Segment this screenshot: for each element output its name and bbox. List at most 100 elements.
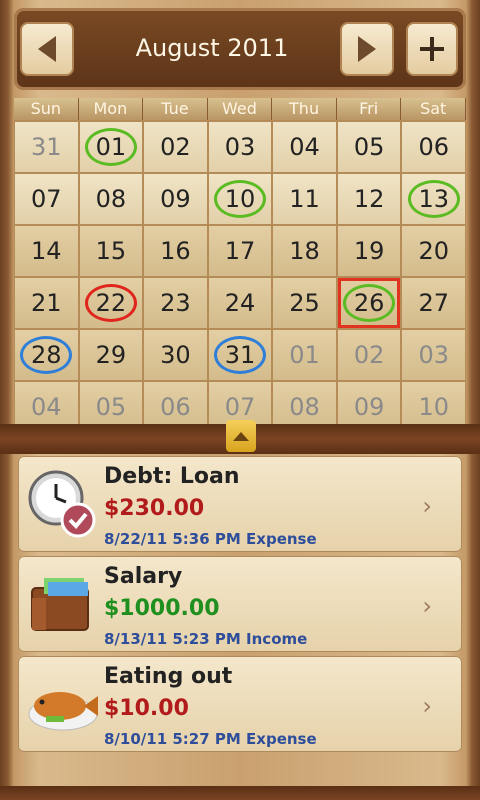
day-number: 02 — [353, 341, 385, 369]
day-number: 09 — [353, 393, 385, 421]
calendar-day[interactable]: 29 — [79, 330, 143, 380]
day-number: 31 — [31, 133, 62, 161]
transaction-item[interactable]: Eating out $10.00 8/10/11 5:27 PM Expense › — [18, 656, 462, 752]
triangle-right-icon — [358, 36, 376, 62]
chevron-right-icon: › — [422, 692, 432, 720]
calendar-day[interactable]: 21 — [15, 278, 78, 328]
day-number: 05 — [353, 133, 385, 161]
month-header: August 2011 — [14, 8, 466, 90]
day-number: 07 — [224, 393, 256, 421]
day-number: 30 — [160, 341, 191, 369]
day-number: 20 — [418, 237, 449, 265]
calendar-day[interactable]: 11 — [273, 174, 336, 224]
day-number: 15 — [95, 237, 127, 265]
weekday-label: Sun — [14, 98, 79, 120]
day-number: 10 — [418, 393, 449, 421]
triangle-left-icon — [38, 36, 56, 62]
calendar-day[interactable]: 24 — [208, 278, 272, 328]
day-number: 03 — [224, 133, 256, 161]
day-number: 29 — [95, 341, 127, 369]
calendar-day[interactable]: 09 — [144, 174, 207, 224]
calendar-day[interactable]: 14 — [15, 226, 78, 276]
calendar-day[interactable]: 30 — [144, 330, 207, 380]
day-number: 13 — [418, 185, 449, 213]
calendar-day[interactable]: 18 — [273, 226, 336, 276]
day-number: 22 — [95, 289, 127, 317]
day-number: 01 — [95, 133, 127, 161]
day-number: 01 — [289, 341, 320, 369]
transaction-amount: $10.00 — [104, 696, 189, 721]
calendar-day[interactable]: 02 — [337, 330, 401, 380]
chevron-right-icon: › — [422, 592, 432, 620]
day-number: 16 — [160, 237, 191, 265]
weekday-label: Fri — [336, 98, 402, 120]
weekday-label: Sat — [401, 98, 466, 120]
transaction-title: Salary — [104, 564, 183, 589]
calendar-day[interactable]: 07 — [15, 174, 78, 224]
transaction-meta: 8/13/11 5:23 PM Income — [104, 630, 308, 648]
calendar-day[interactable]: 19 — [337, 226, 401, 276]
day-number: 10 — [224, 185, 256, 213]
calendar-day[interactable]: 27 — [402, 278, 465, 328]
day-number: 24 — [224, 289, 256, 317]
day-number: 11 — [289, 185, 320, 213]
calendar-grid: Sun Mon Tue Wed Thu Fri Sat 31 01 02 03 04 05 06 07 08… — [14, 98, 466, 434]
weekday-label: Wed — [207, 98, 273, 120]
transaction-amount: $1000.00 — [104, 596, 220, 621]
transaction-meta: 8/10/11 5:27 PM Expense — [104, 730, 317, 748]
previous-month-button[interactable] — [20, 22, 74, 76]
calendar-day[interactable]: 08 — [79, 174, 143, 224]
day-number: 06 — [418, 133, 449, 161]
weekday-label: Mon — [78, 98, 144, 120]
day-number: 12 — [353, 185, 385, 213]
calendar-day[interactable]: 20 — [402, 226, 465, 276]
weekday-label: Tue — [143, 98, 208, 120]
day-number: 31 — [224, 341, 256, 369]
calendar-day[interactable]: 12 — [337, 174, 401, 224]
calendar-day[interactable]: 17 — [208, 226, 272, 276]
calendar-day[interactable]: 01 — [79, 122, 143, 172]
calendar-day[interactable]: 05 — [337, 122, 401, 172]
transaction-list: Debt: Loan $230.00 8/22/11 5:36 PM Expense… — [18, 456, 462, 756]
transaction-title: Eating out — [104, 664, 233, 689]
calendar-day-selected[interactable]: 26 — [337, 278, 401, 328]
collapse-calendar-handle[interactable] — [226, 420, 256, 452]
calendar-day[interactable]: 23 — [144, 278, 207, 328]
day-number: 08 — [289, 393, 320, 421]
weekday-label: Thu — [272, 98, 337, 120]
day-number: 25 — [289, 289, 320, 317]
day-number: 17 — [224, 237, 256, 265]
calendar-day[interactable]: 10 — [208, 174, 272, 224]
calendar-day[interactable]: 16 — [144, 226, 207, 276]
day-number: 06 — [160, 393, 191, 421]
day-number: 04 — [31, 393, 62, 421]
transaction-item[interactable]: Debt: Loan $230.00 8/22/11 5:36 PM Expense… — [18, 456, 462, 552]
month-title: August 2011 — [135, 34, 289, 62]
calendar-day[interactable]: 13 — [402, 174, 465, 224]
clock-check-icon — [26, 468, 100, 540]
day-number: 04 — [289, 133, 320, 161]
calendar-day[interactable]: 03 — [208, 122, 272, 172]
calendar-day[interactable]: 31 — [15, 122, 78, 172]
transaction-item[interactable]: Salary $1000.00 8/13/11 5:23 PM Income › — [18, 556, 462, 652]
calendar-day[interactable]: 03 — [402, 330, 465, 380]
add-transaction-button[interactable] — [406, 22, 458, 76]
fish-plate-icon — [26, 668, 100, 740]
calendar-day[interactable]: 28 — [15, 330, 78, 380]
calendar-day[interactable]: 06 — [402, 122, 465, 172]
day-number: 03 — [418, 341, 449, 369]
day-number: 28 — [31, 341, 62, 369]
calendar-day[interactable]: 04 — [273, 122, 336, 172]
calendar-day[interactable]: 25 — [273, 278, 336, 328]
calendar-day[interactable]: 22 — [79, 278, 143, 328]
calendar-day[interactable]: 15 — [79, 226, 143, 276]
wallet-icon — [26, 568, 100, 640]
calendar-day[interactable]: 02 — [144, 122, 207, 172]
calendar-day[interactable]: 31 — [208, 330, 272, 380]
day-number: 07 — [31, 185, 62, 213]
next-month-button[interactable] — [340, 22, 394, 76]
triangle-up-icon — [233, 432, 249, 441]
calendar-day[interactable]: 01 — [273, 330, 336, 380]
chevron-right-icon: › — [422, 492, 432, 520]
day-number: 14 — [31, 237, 62, 265]
